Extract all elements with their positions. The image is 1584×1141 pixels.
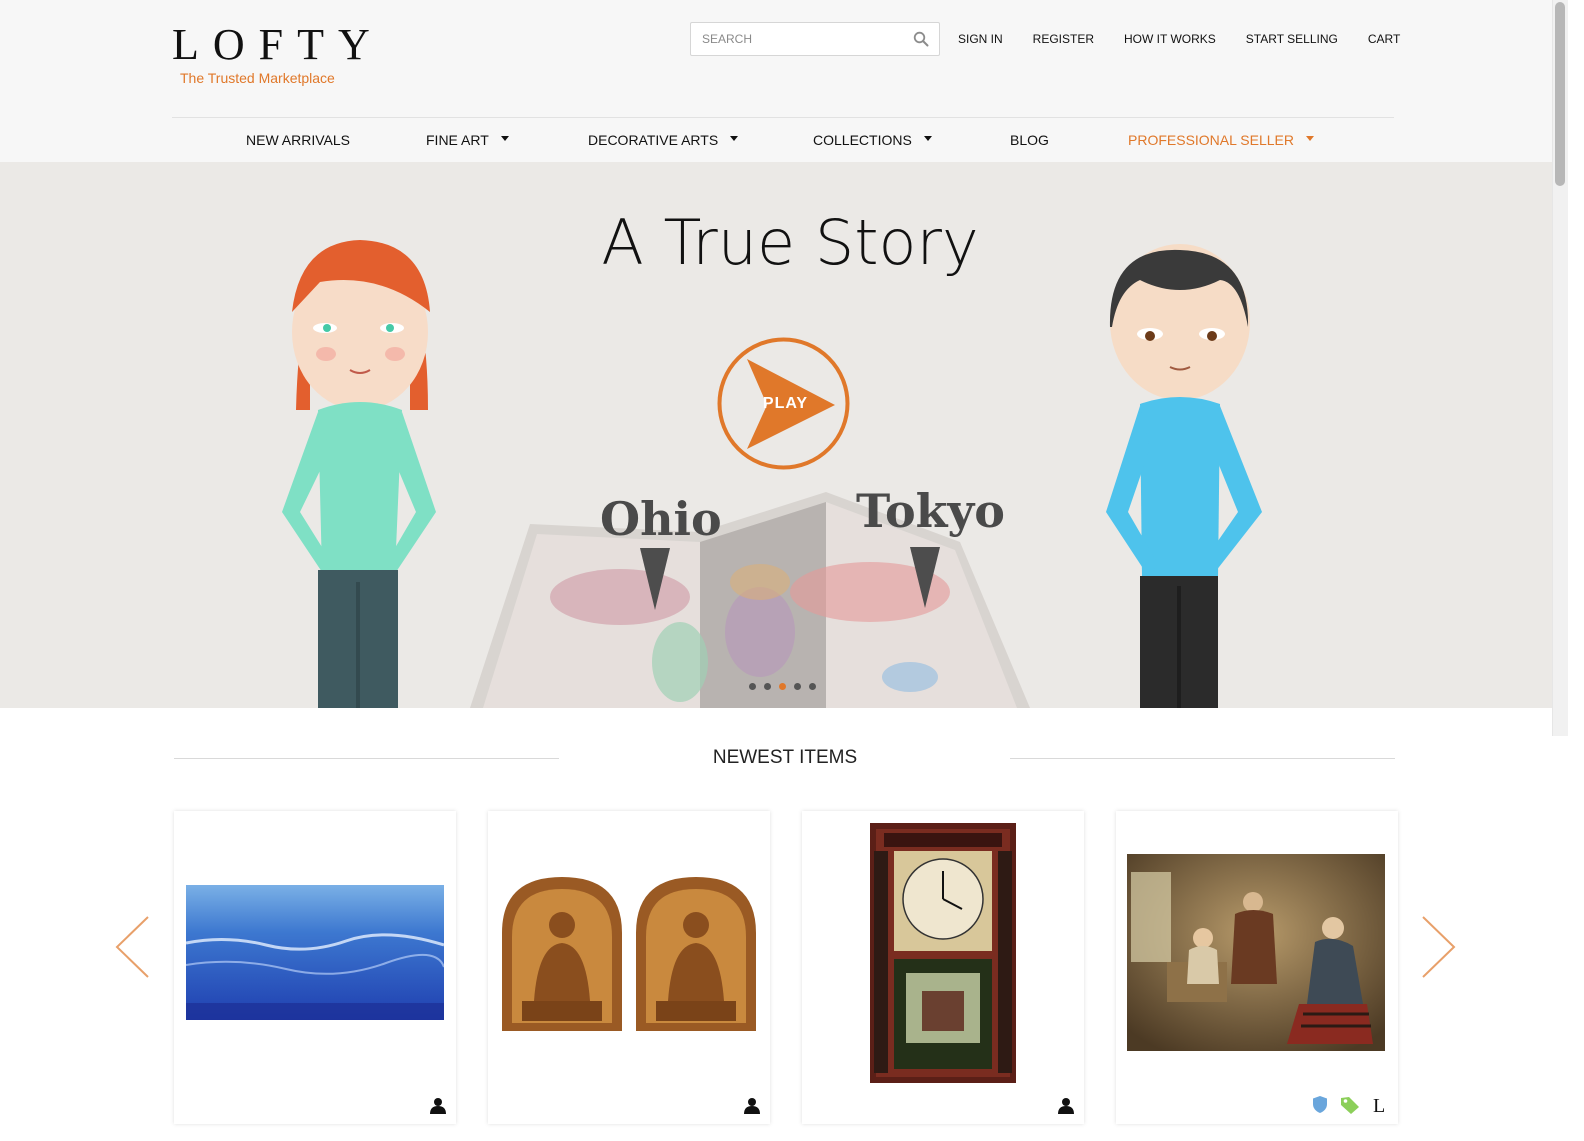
register-link[interactable]: REGISTER: [1033, 32, 1094, 46]
logo[interactable]: LOFTY The Trusted Marketplace: [172, 22, 384, 87]
nav-collections[interactable]: COLLECTIONS: [813, 132, 932, 148]
woman-character: [282, 240, 436, 708]
nav-label: FINE ART: [426, 132, 489, 148]
carousel-dots: [749, 683, 824, 690]
svg-text:L: L: [1373, 1095, 1385, 1114]
search-icon[interactable]: [913, 31, 929, 47]
nav-label: BLOG: [1010, 132, 1049, 148]
genre-painting-image[interactable]: [1127, 854, 1385, 1051]
chevron-right-icon[interactable]: [1420, 914, 1458, 980]
buddha-bookends-image[interactable]: [498, 873, 760, 1033]
shield-icon[interactable]: [1312, 1095, 1328, 1114]
card-badges: [732, 1097, 760, 1114]
logo-tagline: The Trusted Marketplace: [180, 70, 335, 86]
caret-down-icon: [730, 135, 739, 141]
search-input[interactable]: [691, 23, 891, 55]
tag-icon[interactable]: [1340, 1096, 1360, 1114]
play-button[interactable]: PLAY: [717, 337, 850, 470]
caret-down-icon: [1305, 135, 1314, 141]
user-icon[interactable]: [1058, 1097, 1074, 1114]
sign-in-link[interactable]: SIGN IN: [958, 32, 1003, 46]
place-label-ohio: Ohio: [600, 492, 722, 546]
chevron-left-icon[interactable]: [113, 914, 151, 980]
scrollbar-thumb[interactable]: [1555, 2, 1565, 186]
shelf-clock-image[interactable]: [870, 823, 1016, 1083]
hero-title: A True Story: [601, 206, 979, 279]
account-links: SIGN IN REGISTER HOW IT WORKS START SELL…: [958, 32, 1400, 46]
ocean-painting-image[interactable]: [186, 885, 444, 1020]
nav-blog[interactable]: BLOG: [1010, 132, 1049, 148]
item-card[interactable]: L: [1116, 811, 1398, 1124]
carousel-dot[interactable]: [794, 683, 801, 690]
nav-label: PROFESSIONAL SELLER: [1128, 132, 1294, 148]
carousel-dot-active[interactable]: [779, 683, 786, 690]
nav-label: NEW ARRIVALS: [246, 132, 350, 148]
nav-new-arrivals[interactable]: NEW ARRIVALS: [246, 132, 350, 148]
section-divider-right: [1010, 758, 1395, 759]
nav-fine-art[interactable]: FINE ART: [426, 132, 509, 148]
user-icon[interactable]: [744, 1097, 760, 1114]
nav-label: DECORATIVE ARTS: [588, 132, 719, 148]
main-nav: NEW ARRIVALS FINE ART DECORATIVE ARTS CO…: [172, 118, 1394, 162]
nav-label: COLLECTIONS: [813, 132, 912, 148]
lofty-l-icon[interactable]: L: [1372, 1095, 1388, 1114]
item-card[interactable]: [174, 811, 456, 1124]
cart-link[interactable]: CART: [1368, 32, 1400, 46]
search-box: [690, 22, 940, 56]
carousel-dot[interactable]: [764, 683, 771, 690]
item-card[interactable]: [802, 811, 1084, 1124]
caret-down-icon: [923, 135, 932, 141]
start-selling-link[interactable]: START SELLING: [1246, 32, 1338, 46]
how-it-works-link[interactable]: HOW IT WORKS: [1124, 32, 1216, 46]
carousel-dot[interactable]: [749, 683, 756, 690]
site-header: LOFTY The Trusted Marketplace SIGN IN RE…: [0, 0, 1552, 162]
card-badges: L: [1300, 1095, 1388, 1114]
nav-professional-seller[interactable]: PROFESSIONAL SELLER: [1128, 132, 1314, 148]
section-title: NEWEST ITEMS: [712, 747, 858, 768]
nav-decorative-arts[interactable]: DECORATIVE ARTS: [588, 132, 739, 148]
user-icon[interactable]: [430, 1097, 446, 1114]
hero-banner[interactable]: A True Story PLAY Ohio Tokyo: [0, 162, 1552, 708]
card-badges: [418, 1097, 446, 1114]
caret-down-icon: [500, 135, 509, 141]
play-label: PLAY: [762, 395, 809, 412]
place-label-tokyo: Tokyo: [856, 484, 1005, 538]
carousel-dot[interactable]: [809, 683, 816, 690]
item-card[interactable]: [488, 811, 770, 1124]
man-character: [1106, 244, 1262, 708]
logo-wordmark[interactable]: LOFTY: [172, 22, 384, 68]
section-divider-left: [174, 758, 559, 759]
card-badges: [1046, 1097, 1074, 1114]
